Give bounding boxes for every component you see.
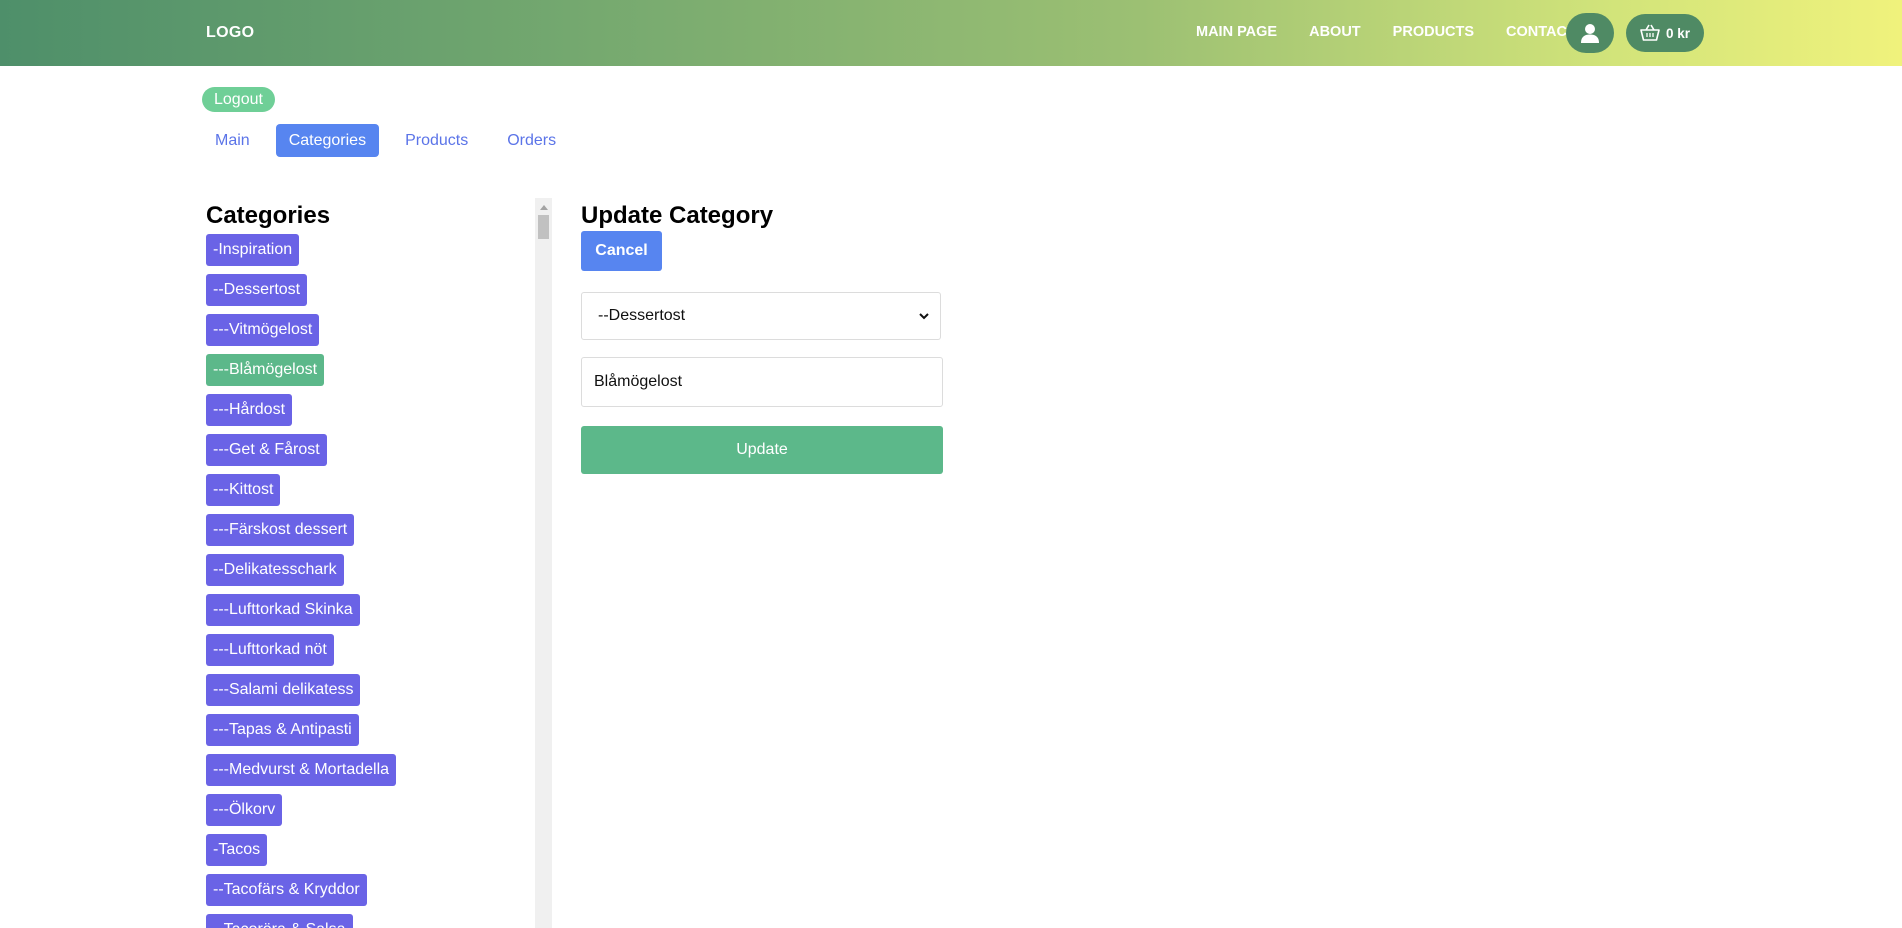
update-category-panel: Update Category Cancel --Dessertost Upda… — [581, 198, 943, 474]
top-navbar: LOGO MAIN PAGE ABOUT PRODUCTS CONTACT 0 … — [0, 0, 1902, 66]
category-item[interactable]: ---Kittost — [206, 474, 281, 506]
nav-link-main-page[interactable]: MAIN PAGE — [1196, 24, 1277, 40]
category-item[interactable]: --Tacoröra & Salsa — [206, 914, 353, 928]
tab-categories[interactable]: Categories — [275, 124, 380, 157]
category-item[interactable]: -Inspiration — [206, 234, 300, 266]
category-item[interactable]: ---Ölkorv — [206, 794, 283, 826]
category-item[interactable]: --Delikatesschark — [206, 554, 344, 586]
update-category-heading: Update Category — [581, 202, 774, 229]
update-button[interactable]: Update — [581, 426, 943, 474]
category-item[interactable]: ---Tapas & Antipasti — [206, 714, 359, 746]
category-item-selected[interactable]: ---Blåmögelost — [206, 354, 325, 386]
cart-button[interactable]: 0 kr — [1626, 14, 1704, 52]
nav-link-products[interactable]: PRODUCTS — [1393, 24, 1474, 40]
parent-category-value: --Dessertost — [598, 307, 686, 324]
category-item[interactable]: ---Hårdost — [206, 394, 293, 426]
category-item[interactable]: ---Get & Fårost — [206, 434, 327, 466]
cart-total: 0 kr — [1665, 25, 1691, 41]
tab-main[interactable]: Main — [202, 124, 263, 157]
tab-orders[interactable]: Orders — [494, 124, 569, 157]
category-name-input[interactable] — [581, 357, 943, 407]
user-icon — [1581, 24, 1599, 43]
logout-button[interactable]: Logout — [202, 87, 275, 112]
cancel-button[interactable]: Cancel — [581, 231, 662, 271]
scroll-up-arrow-icon[interactable] — [540, 205, 548, 210]
category-item[interactable]: ---Lufttorkad Skinka — [206, 594, 360, 626]
category-item[interactable]: --Tacofärs & Kryddor — [206, 874, 367, 906]
category-item[interactable]: ---Vitmögelost — [206, 314, 320, 346]
category-item[interactable]: ---Färskost dessert — [206, 514, 355, 546]
category-item[interactable]: ---Salami delikatess — [206, 674, 361, 706]
user-account-button[interactable] — [1566, 13, 1614, 53]
admin-tabs: Main Categories Products Orders — [202, 124, 582, 157]
category-scrollbar[interactable] — [535, 198, 552, 928]
scroll-thumb[interactable] — [538, 215, 549, 239]
category-item[interactable]: ---Lufttorkad nöt — [206, 634, 334, 666]
category-item[interactable]: ---Medvurst & Mortadella — [206, 754, 397, 786]
chevron-down-icon — [919, 313, 929, 320]
parent-category-select[interactable]: --Dessertost — [581, 292, 941, 340]
logo[interactable]: LOGO — [206, 24, 254, 42]
category-item[interactable]: --Dessertost — [206, 274, 308, 306]
category-list: -Inspiration --Dessertost ---Vitmögelost… — [206, 234, 552, 928]
basket-icon — [1640, 24, 1660, 41]
main-nav: MAIN PAGE ABOUT PRODUCTS CONTACT — [1196, 24, 1608, 40]
nav-link-about[interactable]: ABOUT — [1309, 24, 1361, 40]
categories-heading: Categories — [206, 202, 331, 229]
categories-panel: Categories -Inspiration --Dessertost ---… — [206, 198, 552, 928]
category-item[interactable]: -Tacos — [206, 834, 268, 866]
tab-products[interactable]: Products — [392, 124, 481, 157]
